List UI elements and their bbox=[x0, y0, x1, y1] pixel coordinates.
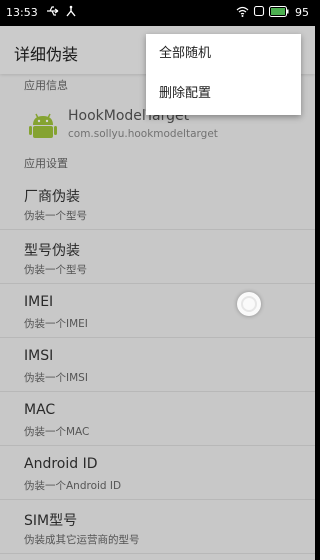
app-package: com.sollyu.hookmodeltarget bbox=[68, 128, 218, 140]
pref-title: SIM型号 bbox=[24, 513, 78, 529]
pref-title: 型号伪装 bbox=[24, 243, 80, 259]
sim-icon bbox=[253, 5, 265, 20]
pref-summary: 伪装一个IMEI bbox=[24, 318, 88, 330]
pref-imei[interactable]: IMEI 伪装一个IMEI bbox=[0, 284, 315, 338]
pref-summary: 伪装一个型号 bbox=[24, 210, 87, 222]
pref-title: 厂商伪装 bbox=[24, 189, 80, 205]
loading-spinner bbox=[237, 292, 261, 316]
menu-item-randomize-all[interactable]: 全部随机 bbox=[146, 34, 301, 74]
pref-summary: 伪装一个Android ID bbox=[24, 480, 122, 492]
pref-mac[interactable]: MAC 伪装一个MAC bbox=[0, 392, 315, 446]
pref-title: IMSI bbox=[24, 348, 54, 364]
usb-icon bbox=[46, 5, 60, 20]
pref-summary: 伪装一个MAC bbox=[24, 426, 90, 438]
pref-summary: 伪装一个IMSI bbox=[24, 372, 88, 384]
menu-item-delete-config[interactable]: 删除配置 bbox=[146, 74, 301, 114]
pref-title: IMEI bbox=[24, 294, 54, 310]
pref-imsi[interactable]: IMSI 伪装一个IMSI bbox=[0, 338, 315, 392]
pref-summary: 伪装一个型号 bbox=[24, 264, 87, 276]
android-icon bbox=[28, 111, 58, 141]
status-time: 13:53 bbox=[6, 6, 38, 19]
pref-title: MAC bbox=[24, 402, 56, 418]
pref-summary: 伪装成其它运营商的型号 bbox=[24, 534, 140, 546]
wifi-icon bbox=[236, 6, 249, 20]
status-bar: 13:53 95 bbox=[0, 0, 315, 26]
debug-icon bbox=[65, 5, 77, 20]
pref-model[interactable]: 型号伪装 伪装一个型号 bbox=[0, 230, 315, 284]
pref-title: Android ID bbox=[24, 456, 98, 472]
pref-sim-model[interactable]: SIM型号 伪装成其它运营商的型号 bbox=[0, 500, 315, 554]
section-header-app-settings: 应用设置 bbox=[0, 152, 315, 176]
overflow-menu: 全部随机 删除配置 bbox=[146, 34, 301, 115]
pref-manufacturer[interactable]: 厂商伪装 伪装一个型号 bbox=[0, 176, 315, 230]
pref-android-id[interactable]: Android ID 伪装一个Android ID bbox=[0, 446, 315, 500]
page-title: 详细伪装 bbox=[14, 45, 79, 64]
battery-level: 95 bbox=[295, 6, 309, 19]
battery-icon bbox=[269, 5, 289, 20]
